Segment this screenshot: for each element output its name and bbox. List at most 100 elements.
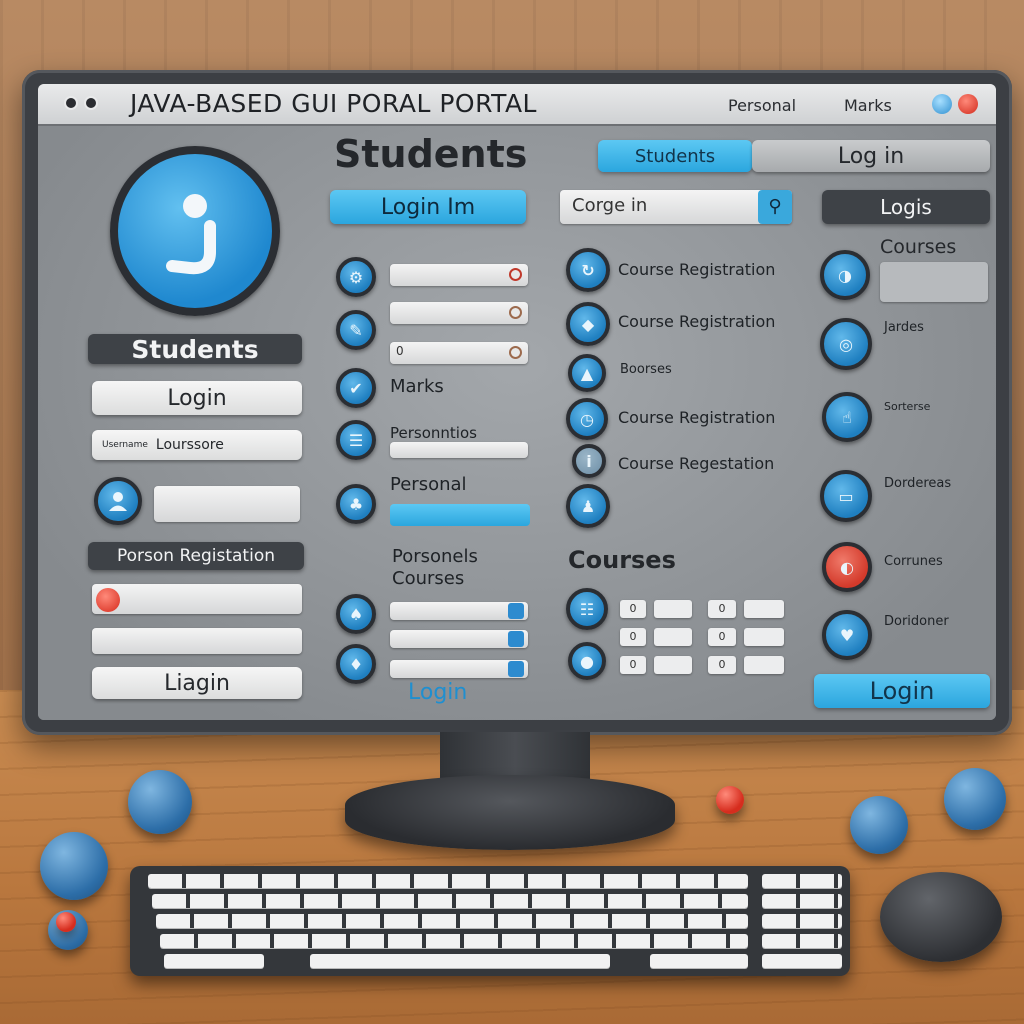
shield-icon[interactable]: ◆ [566,302,610,346]
field-knob-icon [509,268,522,281]
doridoner-label: Doridoner [884,614,949,629]
dashboard-icon[interactable]: ▭ [820,470,872,522]
toggle-row-1[interactable] [390,602,528,620]
registration-field-1[interactable] [92,584,302,614]
search-input-text: Corge in [572,195,648,216]
thumbs-up-icon[interactable]: ☝ [822,392,872,442]
key-row[interactable] [156,914,748,928]
tab-students[interactable]: Students [598,140,752,172]
blue-ball-decoration [40,832,108,900]
field-knob-icon [509,306,522,319]
grid-cell[interactable] [744,628,784,646]
key-row[interactable] [160,934,748,948]
center-field-3[interactable]: 0 [390,342,528,364]
grid-cell[interactable]: 0 [620,600,646,618]
courses-list-icon[interactable]: ▲ [568,354,606,392]
grid-cell[interactable]: 0 [620,656,646,674]
ligin-button[interactable]: Liagin [92,667,302,699]
blue-ball-decoration [128,770,192,834]
nav-marks[interactable]: Marks [844,96,892,115]
login-in-button[interactable]: Login Im [330,190,526,224]
title-bar: JAVA-BASED GUI PORAL PORTAL Personal Mar… [38,84,996,126]
keyboard[interactable] [130,866,850,976]
blue-ball-decoration [850,796,908,854]
window-control-dot[interactable] [84,96,98,110]
user-icon[interactable] [94,477,142,525]
personal-icon[interactable]: ♣ [336,484,376,524]
edit-icon[interactable]: ✎ [336,310,376,350]
grid-cell[interactable]: 0 [708,656,736,674]
grid-cell[interactable]: 0 [708,628,736,646]
marks-icon[interactable]: ✔ [336,368,376,408]
personal-label: Personal [390,474,467,495]
courses-heading: Courses [568,546,676,574]
student-avatar-icon [110,146,280,316]
field-knob-icon [509,346,522,359]
personal-progress-bar [390,504,530,526]
book-icon[interactable]: ♦ [336,644,376,684]
personals-courses-label: Porsonels Courses [392,546,478,589]
blue-ball-decoration [944,768,1006,830]
center-field-2[interactable] [390,302,528,324]
center-field-4[interactable] [390,442,528,458]
grades-icon[interactable]: ◎ [820,318,872,370]
nav-personal[interactable]: Personal [728,96,796,115]
center-field-1[interactable] [390,264,528,286]
person-glyph-icon [109,492,127,511]
key-row[interactable] [762,914,842,928]
grid-cell[interactable] [654,628,692,646]
key-row[interactable] [152,894,748,908]
key-row[interactable] [762,894,842,908]
username-field[interactable]: Username Lourssore [92,430,302,460]
persons-label: Personntios [390,424,477,442]
key[interactable] [650,954,748,968]
username-field-prefix: Username [102,440,148,450]
course-list-icon[interactable]: ☷ [566,588,608,630]
grid-cell[interactable] [654,600,692,618]
grid-cell[interactable]: 0 [708,600,736,618]
course-registration-icon[interactable]: ↻ [566,248,610,292]
clock-icon[interactable]: ◷ [566,398,608,440]
key[interactable] [164,954,264,968]
close-icon[interactable] [958,94,978,114]
center-login-link[interactable]: Login [408,680,467,705]
grid-cell[interactable] [744,656,784,674]
mouse[interactable] [880,872,1002,962]
course-dot-icon[interactable]: ● [568,642,606,680]
key[interactable] [762,954,842,968]
alert-icon[interactable]: ◐ [822,542,872,592]
grid-cell[interactable] [654,656,692,674]
profile-details-field[interactable] [154,486,300,522]
settings-icon[interactable]: ⚙ [336,257,376,297]
red-ball-decoration [716,786,744,814]
course-registration-label-1: Course Registration [618,260,776,279]
user-circle-icon[interactable]: ♟ [566,484,610,528]
key-row[interactable] [762,934,842,948]
info-icon[interactable]: i [572,444,606,478]
search-icon[interactable]: ⚲ [758,190,792,224]
window-controls [64,96,98,110]
tooth-icon[interactable]: ♥ [822,610,872,660]
minimize-icon[interactable] [932,94,952,114]
spacebar-key[interactable] [310,954,610,968]
search-input[interactable]: Corge in ⚲ [560,190,792,224]
courses-side-icon[interactable]: ◑ [820,250,870,300]
toggle-row-3[interactable] [390,660,528,678]
window-control-dot[interactable] [64,96,78,110]
grid-cell[interactable] [744,600,784,618]
grid-cell[interactable]: 0 [620,628,646,646]
students-heading: Students [334,132,528,176]
toggle-row-2[interactable] [390,630,528,648]
tab-log-in[interactable]: Log in [752,140,990,172]
marks-label: Marks [390,376,444,397]
key-row[interactable] [762,874,842,888]
document-icon[interactable]: ☰ [336,420,376,460]
right-login-button[interactable]: Login [814,674,990,708]
key-row[interactable] [148,874,748,888]
registration-field-2[interactable] [92,628,302,654]
courses-icon[interactable]: ♠ [336,594,376,634]
username-field-value: Lourssore [155,437,224,453]
monitor-base [345,775,675,850]
login-button[interactable]: Login [92,381,302,415]
logis-button[interactable]: Logis [822,190,990,224]
